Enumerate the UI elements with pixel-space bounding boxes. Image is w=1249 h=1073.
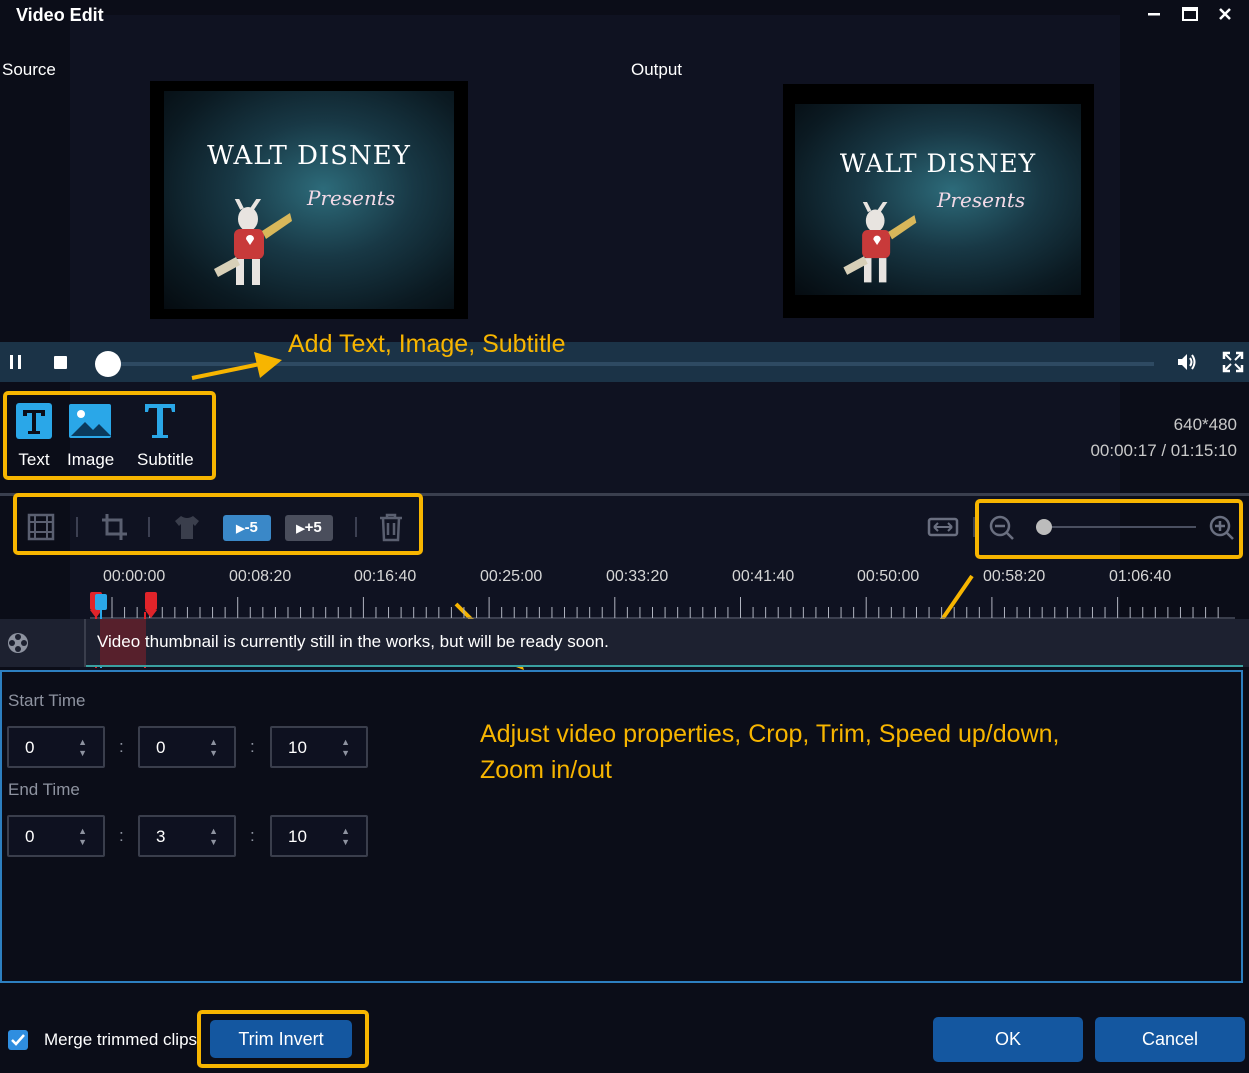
end-minutes-value: 3 — [156, 827, 166, 846]
trim-invert-button[interactable]: Trim Invert — [210, 1020, 352, 1058]
start-minutes-input[interactable]: 0 ▲ ▼ — [138, 726, 236, 768]
tick-label: 00:16:40 — [354, 568, 417, 585]
start-hours-value: 0 — [25, 738, 35, 757]
track-underline — [86, 665, 1243, 667]
separator — [76, 517, 78, 537]
subtitle-tool-label: Subtitle — [137, 450, 194, 469]
volume-icon[interactable] — [1175, 350, 1199, 374]
start-time-label: Start Time — [8, 691, 86, 710]
tick-label: 00:25:00 — [480, 568, 543, 585]
time-separator: : — [119, 826, 124, 845]
end-seconds-value: 10 — [288, 827, 307, 846]
merge-label: Merge trimmed clips — [44, 1030, 198, 1049]
output-video: WALT DISNEY Presents — [783, 84, 1094, 318]
callout-adjust-line2: Zoom in/out — [480, 756, 613, 784]
tick-label: 00:41:40 — [732, 568, 795, 585]
text-tool-label: Text — [18, 450, 50, 469]
callout-add-text: Add Text, Image, Subtitle — [288, 330, 566, 358]
end-minutes-input[interactable]: 3 ▲ ▼ — [138, 815, 236, 857]
white-rabbit-illustration — [843, 202, 917, 283]
subtitle-icon — [145, 404, 175, 438]
minimize-icon[interactable] — [1141, 3, 1167, 27]
spinner-arrows-icon[interactable]: ▲ ▼ — [209, 826, 218, 848]
speed-down-label: -5 — [244, 519, 258, 536]
speed-up-label: +5 — [304, 519, 322, 536]
text-icon — [16, 403, 52, 439]
end-seconds-input[interactable]: 10 ▲ ▼ — [270, 815, 368, 857]
tick-label: 00:50:00 — [857, 568, 920, 585]
thumbnail-message: Video thumbnail is currently still in th… — [97, 632, 609, 651]
crop-icon[interactable] — [100, 512, 128, 542]
callout-adjust: Adjust video properties, Crop, Trim, Spe… — [480, 716, 1059, 788]
spinner-arrows-icon[interactable]: ▲ ▼ — [78, 826, 87, 848]
video-title-text: WALT DISNEY — [207, 141, 411, 171]
zoom-slider[interactable] — [1036, 526, 1196, 528]
zoom-out-icon[interactable] — [988, 512, 1016, 542]
stop-icon[interactable] — [49, 350, 73, 374]
toolbar-highlight — [13, 493, 423, 555]
source-video-frame: WALT DISNEY Presents — [164, 91, 454, 309]
checkmark-icon — [11, 1034, 25, 1046]
end-time-label: End Time — [8, 780, 80, 799]
fit-width-icon[interactable] — [927, 512, 959, 542]
timeline-ruler[interactable] — [90, 595, 1235, 619]
time-separator: : — [119, 737, 124, 756]
video-title-text: WALT DISNEY — [839, 149, 1037, 178]
time-readout: 00:00:17 / 01:15:10 — [1090, 441, 1237, 460]
start-seconds-input[interactable]: 10 ▲ ▼ — [270, 726, 368, 768]
end-hours-input[interactable]: 0 ▲ ▼ — [7, 815, 105, 857]
film-icon[interactable] — [27, 512, 55, 542]
track-divider — [84, 619, 86, 667]
callout-arrow — [191, 352, 282, 380]
shirt-icon[interactable] — [172, 512, 202, 542]
video-subtitle-text: Presents — [307, 186, 396, 210]
separator — [355, 517, 357, 537]
fullscreen-icon[interactable] — [1221, 350, 1245, 374]
merge-checkbox[interactable] — [8, 1030, 28, 1050]
separator — [148, 517, 150, 537]
spinner-arrows-icon[interactable]: ▲ ▼ — [341, 826, 350, 848]
end-hours-value: 0 — [25, 827, 35, 846]
zoom-handle[interactable] — [1036, 519, 1052, 535]
white-rabbit-illustration — [214, 199, 292, 285]
spinner-arrows-icon[interactable]: ▲ ▼ — [341, 737, 350, 759]
tick-label: 00:00:00 — [103, 568, 166, 585]
spinner-arrows-icon[interactable]: ▲ ▼ — [209, 737, 218, 759]
window-title: Video Edit — [16, 5, 104, 25]
speed-up-button[interactable]: ▶+5 — [285, 515, 333, 541]
zoom-in-icon[interactable] — [1208, 512, 1236, 542]
time-separator: : — [250, 737, 255, 756]
text-tool[interactable]: Text — [11, 402, 57, 470]
subtitle-tool[interactable]: Subtitle — [137, 402, 194, 470]
tick-label: 00:08:20 — [229, 568, 292, 585]
pause-icon[interactable] — [4, 350, 28, 374]
video-subtitle-text: Presents — [937, 188, 1026, 212]
cancel-button[interactable]: Cancel — [1095, 1017, 1245, 1062]
tick-label: 00:58:20 — [983, 568, 1046, 585]
film-reel-icon — [8, 633, 28, 653]
image-tool[interactable]: Image — [67, 402, 115, 470]
speed-down-button[interactable]: ▶-5 — [223, 515, 271, 541]
image-tool-label: Image — [67, 450, 115, 469]
trash-icon[interactable] — [378, 512, 404, 542]
spinner-arrows-icon[interactable]: ▲ ▼ — [78, 737, 87, 759]
start-minutes-value: 0 — [156, 738, 166, 757]
resolution-readout: 640*480 — [1173, 415, 1237, 434]
tick-label: 01:06:40 — [1109, 568, 1172, 585]
ok-button[interactable]: OK — [933, 1017, 1083, 1062]
callout-adjust-line1: Adjust video properties, Crop, Trim, Spe… — [480, 720, 1060, 748]
start-seconds-value: 10 — [288, 738, 307, 757]
output-label: Output — [631, 60, 683, 79]
tick-label: 00:33:20 — [606, 568, 669, 585]
title-bar: Video Edit — [0, 0, 1249, 30]
time-separator: : — [250, 826, 255, 845]
image-icon — [69, 404, 111, 438]
start-hours-input[interactable]: 0 ▲ ▼ — [7, 726, 105, 768]
source-video: WALT DISNEY Presents — [150, 81, 468, 319]
maximize-icon[interactable] — [1177, 3, 1203, 27]
output-video-frame: WALT DISNEY Presents — [795, 104, 1081, 295]
close-icon[interactable] — [1212, 3, 1238, 27]
source-label: Source — [2, 60, 56, 79]
